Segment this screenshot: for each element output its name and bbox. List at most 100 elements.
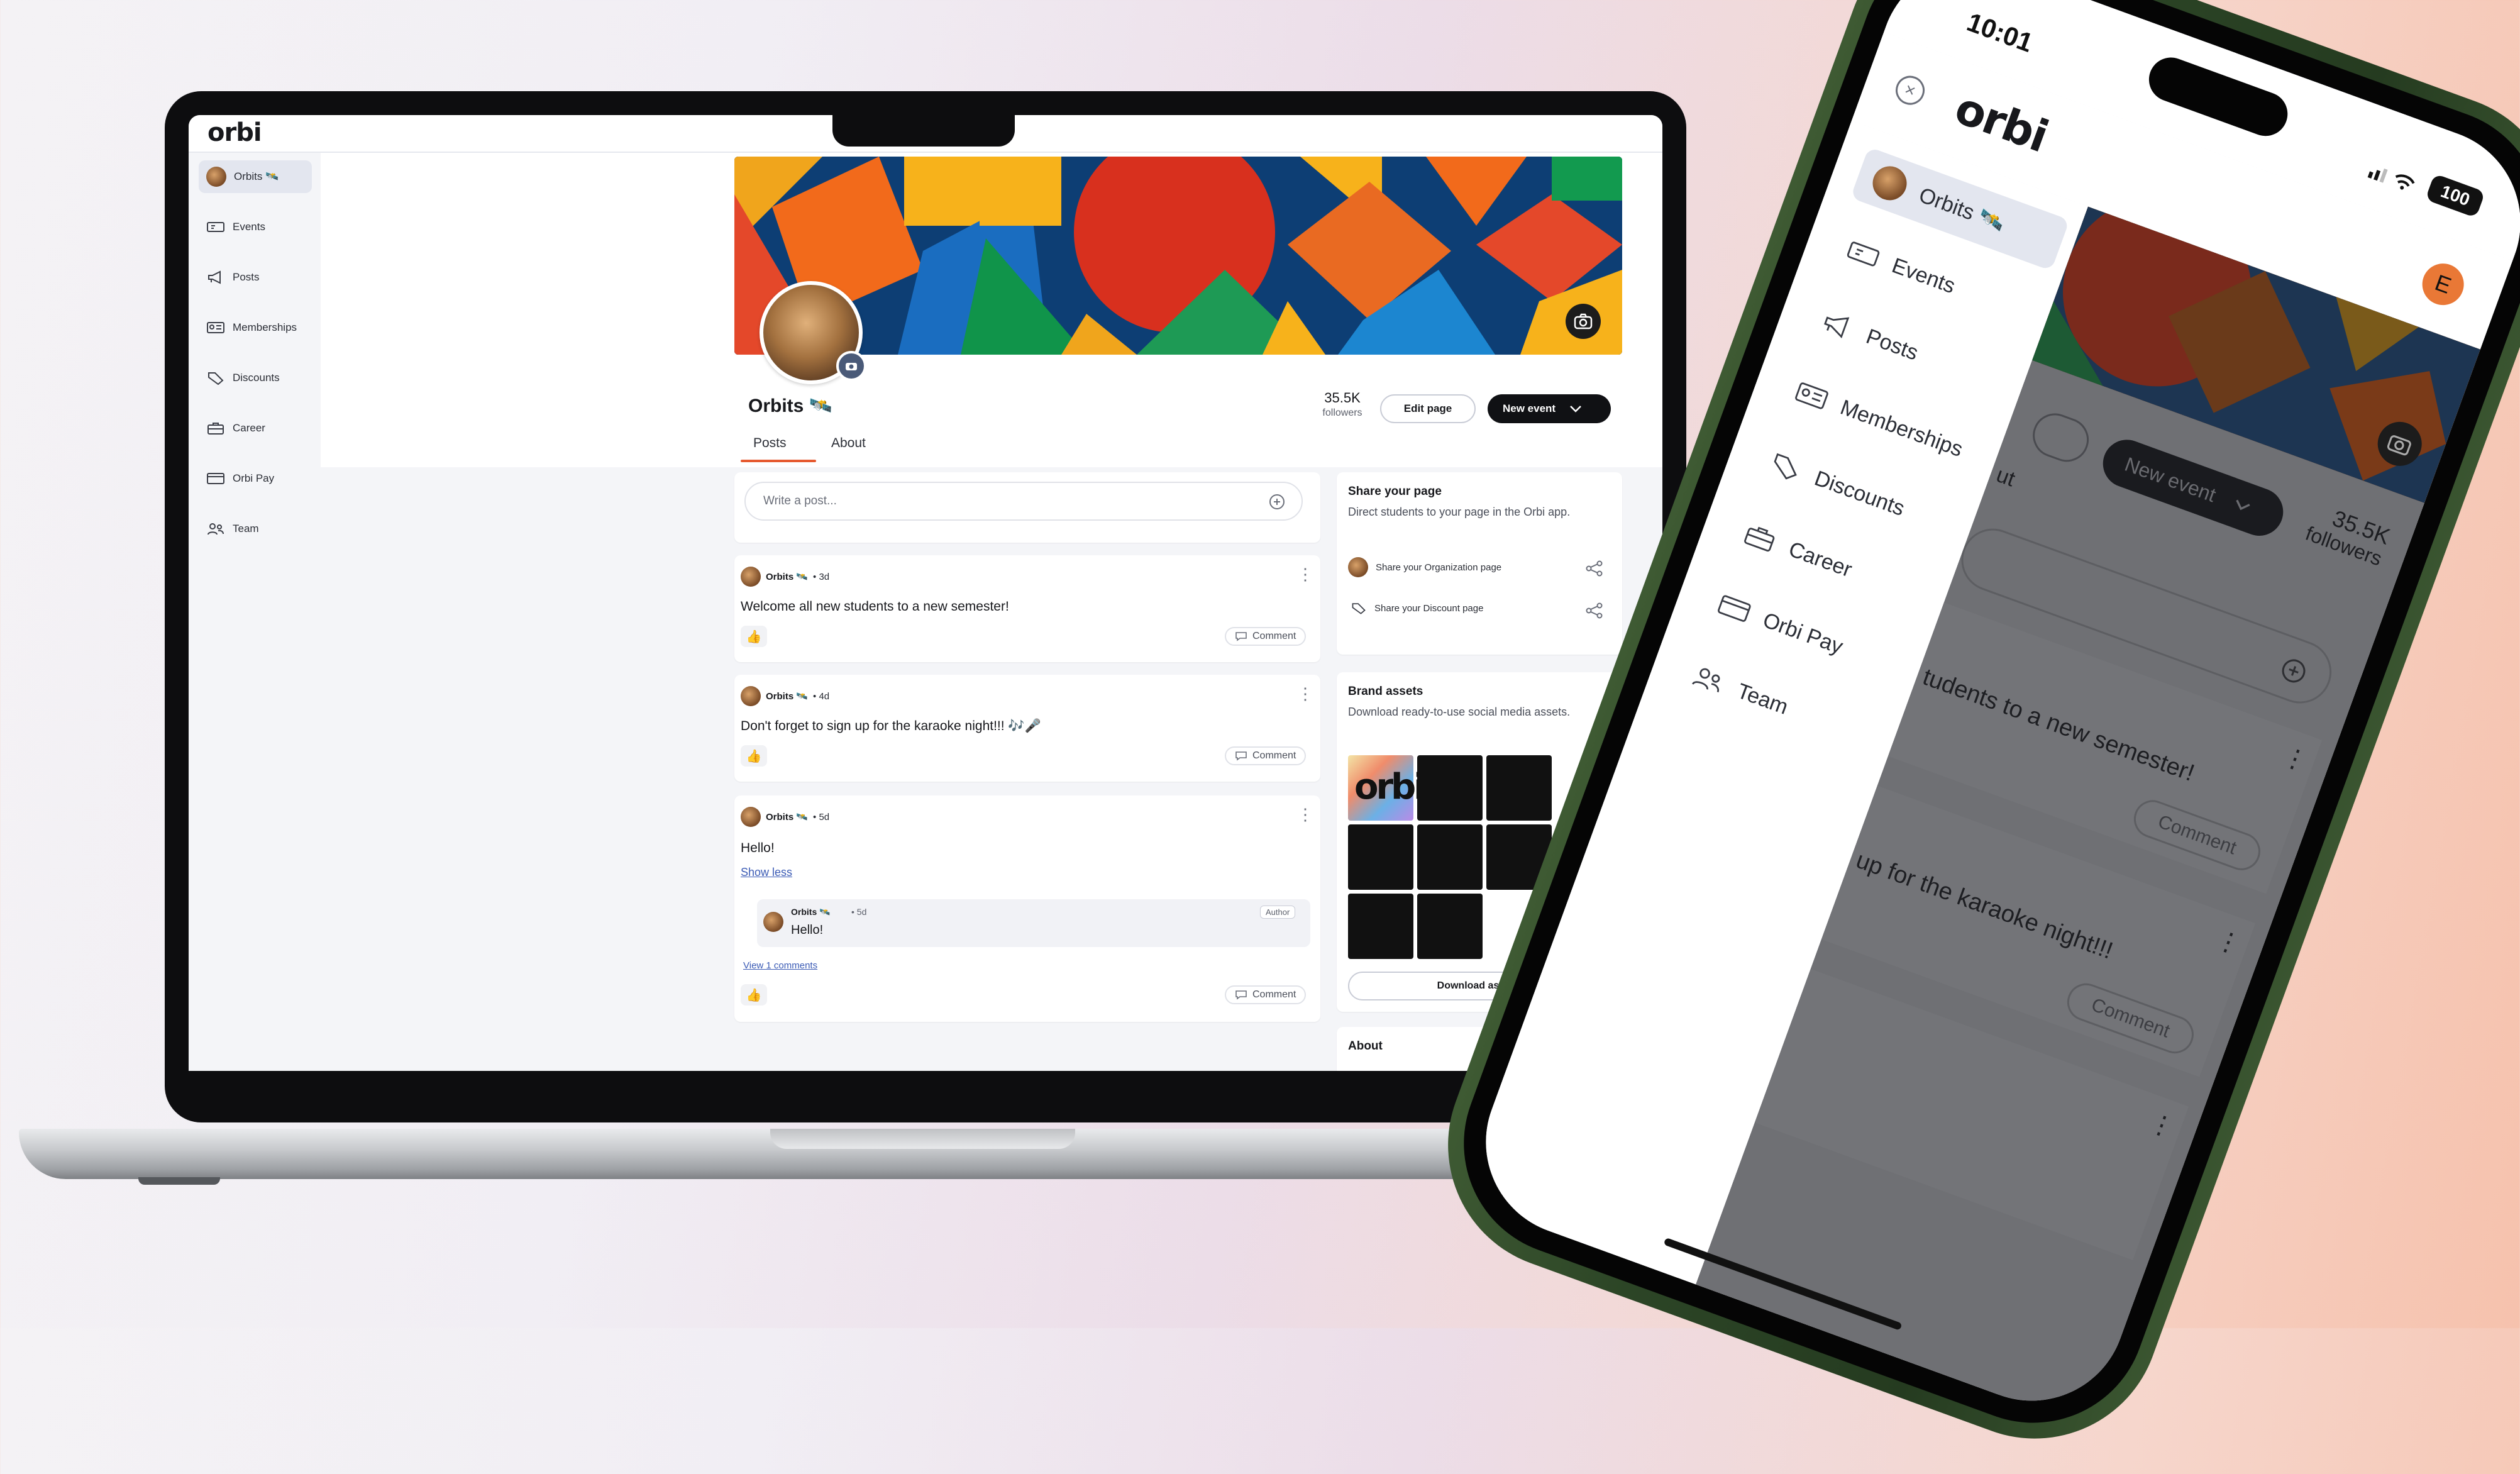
tab-about[interactable]: About bbox=[831, 436, 866, 451]
sidebar-item-label: Posts bbox=[233, 271, 260, 283]
share-discount-link[interactable]: Share your Discount page bbox=[1351, 601, 1483, 615]
change-cover-button[interactable] bbox=[1566, 304, 1601, 339]
asset-thumbnail[interactable] bbox=[1348, 824, 1413, 890]
tag-icon bbox=[208, 372, 224, 385]
post-author[interactable]: Orbits 🛰️ bbox=[766, 811, 808, 823]
page-title: Orbits 🛰️ bbox=[748, 396, 833, 416]
asset-thumbnail[interactable] bbox=[1486, 755, 1552, 821]
brand-assets-title: Brand assets bbox=[1348, 685, 1423, 698]
post-header: Orbits 🛰️ • 5d bbox=[741, 807, 829, 827]
post-menu-icon[interactable]: ⋮ bbox=[1297, 685, 1313, 702]
tag-icon bbox=[1352, 603, 1366, 614]
author-badge: Author bbox=[1260, 906, 1296, 919]
post-header: Orbits 🛰️ • 3d bbox=[741, 567, 829, 587]
avatar bbox=[1867, 161, 1912, 206]
comment-button[interactable]: Comment bbox=[1225, 627, 1307, 646]
tag-icon bbox=[1774, 453, 1797, 480]
megaphone-icon bbox=[208, 270, 221, 284]
sidebar-item-label: Memberships bbox=[233, 321, 297, 333]
reply-bubble: Orbits 🛰️ • 5d Hello! Author bbox=[757, 899, 1310, 947]
write-post-input[interactable]: Write a post... bbox=[744, 482, 1303, 521]
comment-label: Comment bbox=[1252, 750, 1296, 761]
comment-button[interactable]: Comment bbox=[1225, 985, 1307, 1004]
post-author[interactable]: Orbits 🛰️ bbox=[766, 690, 808, 702]
post-menu-icon[interactable]: ⋮ bbox=[1297, 806, 1313, 823]
followers-label: followers bbox=[1322, 407, 1362, 418]
new-event-button[interactable]: New event bbox=[1488, 394, 1611, 423]
avatar bbox=[741, 686, 761, 706]
sidebar-item-events[interactable]: Events bbox=[199, 211, 312, 243]
like-button[interactable]: 👍 bbox=[741, 745, 767, 767]
add-icon[interactable] bbox=[1269, 494, 1285, 510]
sidebar-item-label: Orbits 🛰️ bbox=[234, 170, 279, 182]
briefcase-icon bbox=[207, 423, 224, 435]
post-card: Orbits 🛰️ • 4d ⋮ Don't forget to sign up… bbox=[734, 675, 1320, 782]
laptop-foot bbox=[138, 1177, 220, 1185]
chevron-down-icon[interactable] bbox=[2232, 498, 2252, 514]
reply-age: • 5d bbox=[851, 907, 867, 917]
post-text: Don't forget to sign up for the karaoke … bbox=[741, 719, 1041, 733]
view-comments-link[interactable]: View 1 comments bbox=[743, 960, 817, 971]
asset-thumbnail[interactable] bbox=[1348, 894, 1413, 959]
share-org-link[interactable]: Share your Organization page bbox=[1348, 557, 1501, 577]
sidebar-item-memberships[interactable]: Memberships bbox=[199, 311, 312, 344]
drawer-item-label: Events bbox=[1889, 253, 1959, 298]
sidebar-item-label: Events bbox=[233, 221, 265, 233]
share-text: Direct students to your page in the Orbi… bbox=[1348, 506, 1571, 518]
change-avatar-button[interactable] bbox=[836, 351, 866, 381]
sidebar-item-orbits[interactable]: Orbits 🛰️ bbox=[199, 160, 312, 193]
close-icon: × bbox=[1902, 79, 1919, 101]
share-icon[interactable] bbox=[1585, 560, 1604, 577]
card-icon bbox=[207, 473, 224, 484]
sidebar-item-career[interactable]: Career bbox=[199, 412, 312, 445]
avatar bbox=[763, 912, 783, 932]
sidebar-item-discounts[interactable]: Discounts bbox=[199, 362, 312, 394]
like-button[interactable]: 👍 bbox=[741, 626, 767, 647]
post-author[interactable]: Orbits 🛰️ bbox=[766, 571, 808, 582]
avatar bbox=[741, 567, 761, 587]
share-org-label: Share your Organization page bbox=[1376, 562, 1502, 573]
comment-button[interactable]: Comment bbox=[1225, 746, 1307, 765]
post-text: Hello! bbox=[741, 841, 775, 855]
about-title: About bbox=[1348, 1039, 1383, 1053]
asset-thumbnail[interactable]: orbi bbox=[1348, 755, 1425, 821]
show-less-link[interactable]: Show less bbox=[741, 866, 792, 879]
laptop-notch bbox=[832, 115, 1015, 147]
megaphone-icon bbox=[1824, 316, 1850, 338]
chevron-down-icon[interactable] bbox=[1569, 405, 1582, 413]
post-menu-icon[interactable]: ⋮ bbox=[1297, 566, 1313, 582]
reply-author[interactable]: Orbits 🛰️ bbox=[791, 907, 831, 917]
asset-thumbnail[interactable] bbox=[1417, 894, 1483, 959]
sidebar-item-posts[interactable]: Posts bbox=[199, 261, 312, 294]
asset-thumbnail[interactable] bbox=[1417, 824, 1483, 890]
avatar bbox=[1348, 557, 1368, 577]
sidebar-item-label: Orbi Pay bbox=[233, 472, 275, 484]
camera-icon bbox=[1574, 313, 1593, 330]
asset-thumbnail[interactable] bbox=[1417, 755, 1483, 821]
comment-icon bbox=[1235, 632, 1247, 641]
app-logo[interactable]: orbi bbox=[207, 118, 262, 147]
sidebar-item-team[interactable]: Team bbox=[199, 513, 312, 545]
ticket-icon bbox=[207, 222, 224, 232]
cover-banner bbox=[734, 157, 1622, 355]
share-discount-label: Share your Discount page bbox=[1374, 602, 1484, 614]
active-tab-indicator bbox=[741, 460, 816, 462]
team-icon bbox=[207, 523, 224, 535]
avatar bbox=[741, 807, 761, 827]
thumbs-up-icon: 👍 bbox=[746, 629, 762, 644]
id-card-icon bbox=[207, 322, 224, 333]
drawer-item-label: Team bbox=[1733, 679, 1792, 719]
comment-label: Comment bbox=[1252, 989, 1296, 1000]
tab-posts[interactable]: Posts bbox=[753, 436, 787, 451]
edit-page-button[interactable]: Edit page bbox=[1380, 394, 1476, 423]
sidebar-item-label: Discounts bbox=[233, 372, 280, 384]
card-icon bbox=[1718, 595, 1751, 622]
share-icon[interactable] bbox=[1585, 602, 1604, 619]
ticket-icon bbox=[1847, 241, 1880, 267]
sidebar-item-label: Team bbox=[233, 523, 259, 535]
like-button[interactable]: 👍 bbox=[741, 984, 767, 1006]
camera-icon bbox=[846, 363, 857, 370]
briefcase-icon bbox=[1744, 526, 1775, 552]
sidebar-item-orbi-pay[interactable]: Orbi Pay bbox=[199, 462, 312, 495]
share-card: Share your page Direct students to your … bbox=[1337, 472, 1622, 655]
